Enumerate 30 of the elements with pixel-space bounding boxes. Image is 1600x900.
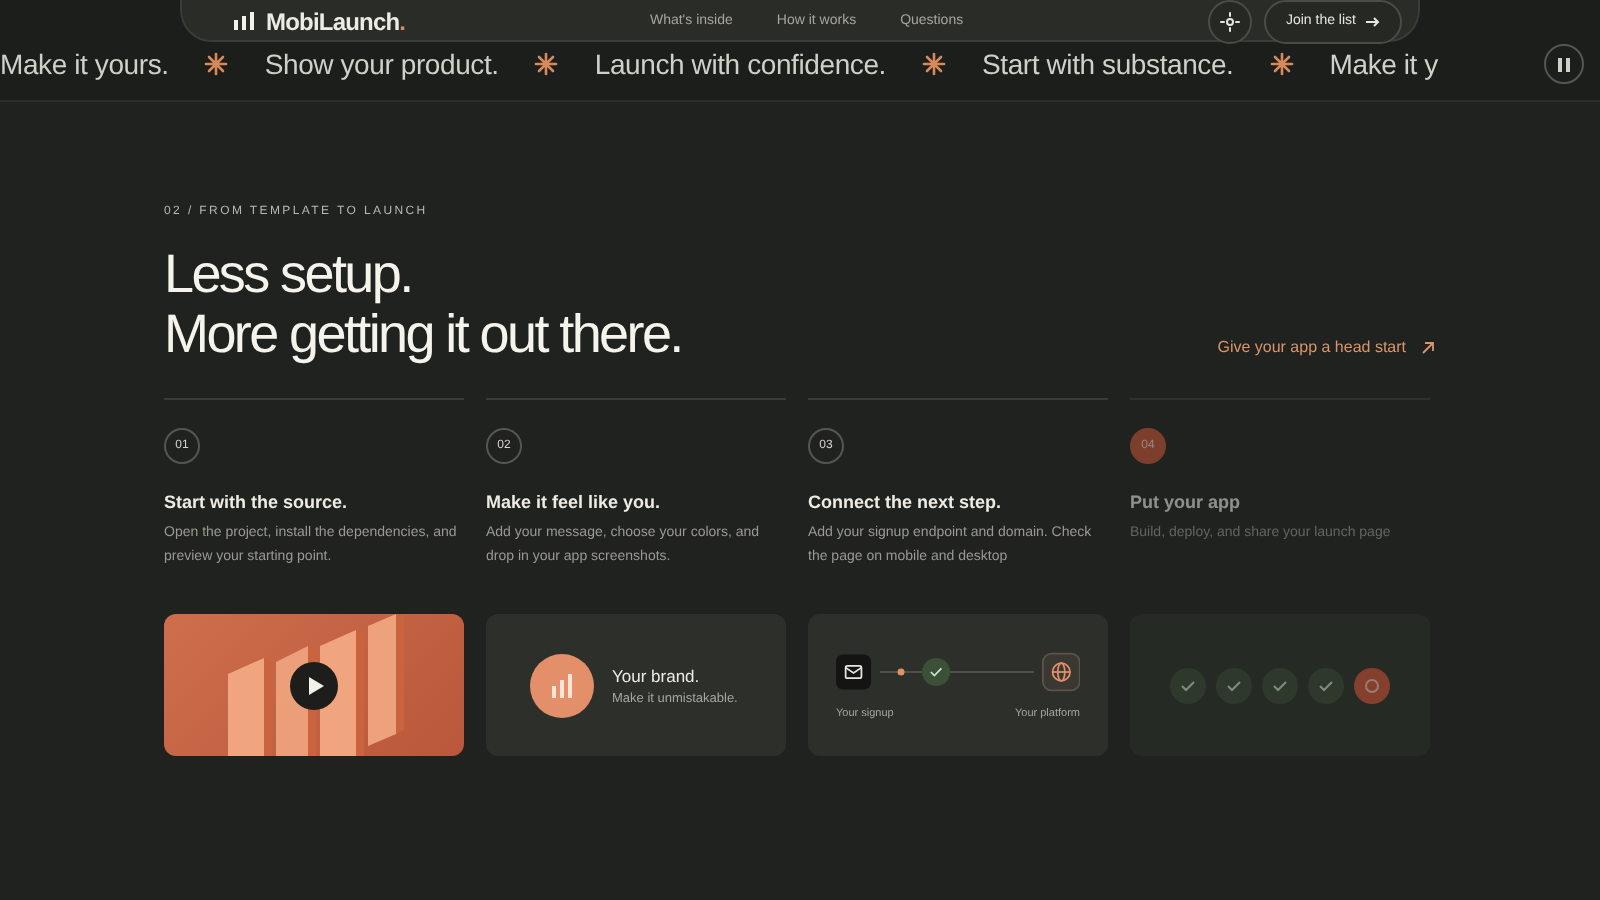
step-title: Put your app (1130, 492, 1243, 512)
section-heading: Less setup. (164, 244, 414, 304)
marquee-text: Make it y (1329, 48, 1438, 80)
logo-text[interactable]: MobiLaunch. (266, 7, 406, 35)
marquee-text: Launch with confidence. (594, 48, 886, 80)
sun-icon (1219, 11, 1240, 31)
step-title: Start with the source. (164, 492, 350, 512)
asterisk-icon (1269, 52, 1294, 76)
section-heading: More getting it out there. (164, 304, 684, 364)
step-title: Connect the next step. (808, 492, 1004, 512)
arrow-icon (1422, 341, 1434, 353)
marquee-text: Make it yours. (0, 48, 169, 80)
video-thumbnail[interactable] (164, 614, 464, 756)
bars-icon-badge (530, 653, 594, 717)
bars-icon (234, 12, 254, 30)
head-start-link[interactable]: Give your app a head start (1217, 338, 1434, 356)
globe-icon (1041, 650, 1080, 694)
brand-title: Your brand. (612, 665, 702, 685)
asterisk-icon (204, 52, 229, 76)
mail-icon (836, 652, 872, 692)
pause-button[interactable] (1544, 44, 1584, 84)
theme-toggle-button[interactable] (1207, 0, 1252, 43)
arrow-icon (1366, 15, 1380, 27)
step-title: Make it feel like you. (486, 492, 663, 512)
asterisk-icon (922, 52, 946, 76)
asterisk-icon (534, 52, 559, 76)
play-button[interactable] (290, 662, 338, 710)
pause-icon (1558, 57, 1570, 71)
marquee-text: Show your product. (264, 48, 499, 80)
marquee-text: Start with substance. (982, 48, 1234, 80)
